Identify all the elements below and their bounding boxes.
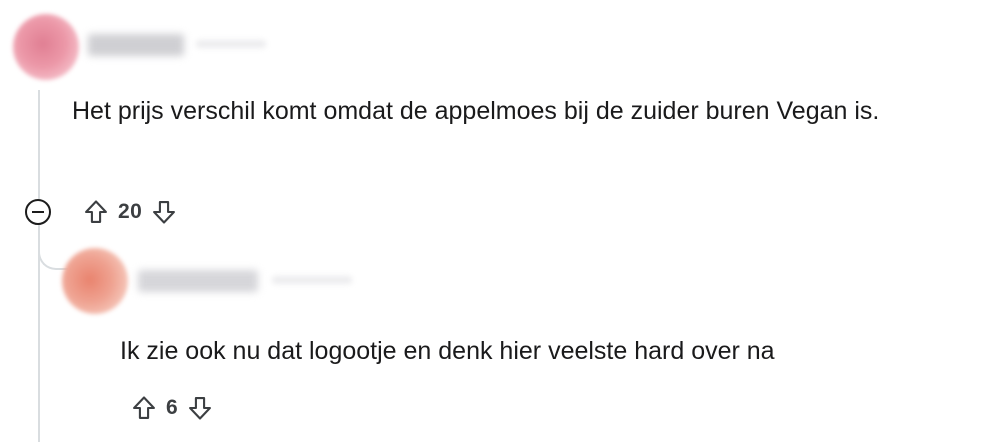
arrow-up-outline-icon (133, 396, 155, 419)
upvote-button[interactable] (128, 393, 160, 423)
downvote-button[interactable] (184, 393, 216, 423)
vote-controls: 6 (128, 393, 216, 423)
arrow-up-outline-icon (85, 200, 107, 223)
thread-line[interactable] (38, 90, 40, 442)
username-blurred[interactable] (138, 270, 258, 292)
avatar[interactable] (13, 14, 79, 80)
timestamp-blurred (272, 276, 352, 284)
upvote-button[interactable] (80, 197, 112, 227)
arrow-down-outline-icon (189, 397, 212, 420)
avatar[interactable] (62, 248, 128, 314)
collapse-thread-button[interactable] (25, 199, 51, 225)
username-blurred[interactable] (88, 34, 184, 56)
reply-thread-connector (38, 232, 68, 270)
downvote-button[interactable] (148, 197, 180, 227)
timestamp-blurred (196, 40, 266, 48)
comment-text: Het prijs verschil komt omdat de appelmo… (72, 97, 880, 125)
minus-circle-icon (32, 211, 44, 213)
arrow-down-outline-icon (153, 201, 176, 224)
vote-score: 6 (166, 396, 179, 419)
vote-score: 20 (118, 200, 143, 223)
comment-text: Ik zie ook nu dat logootje en denk hier … (120, 337, 775, 365)
vote-controls: 20 (80, 197, 180, 227)
